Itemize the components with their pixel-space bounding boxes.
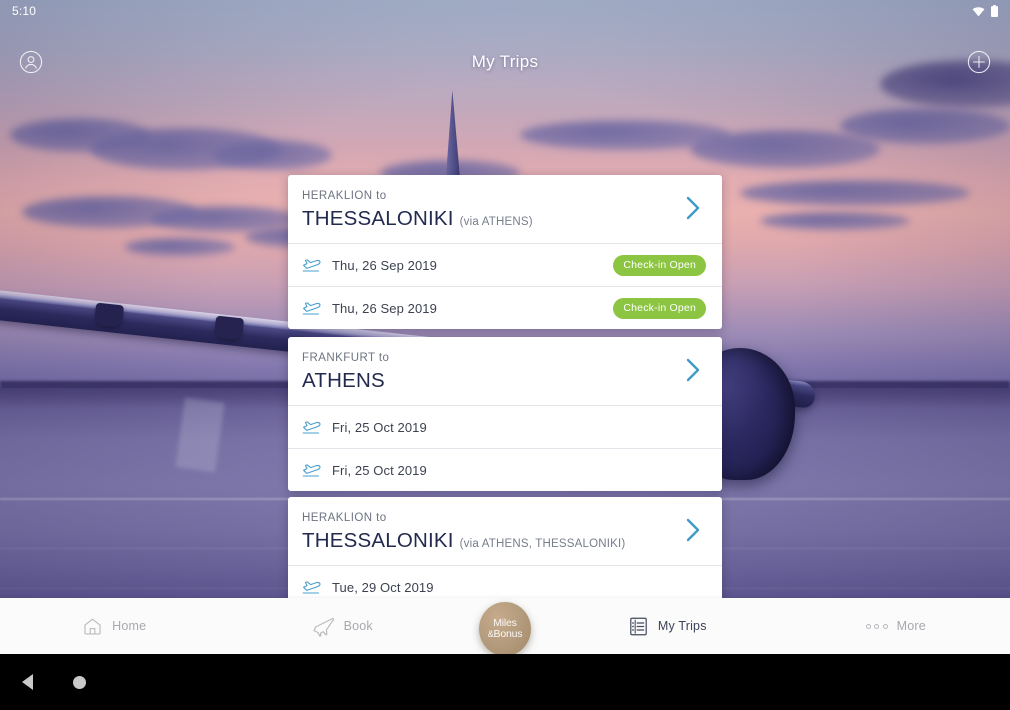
chevron-right-icon[interactable] [674, 193, 704, 228]
airplane-icon [313, 618, 334, 637]
app-bar: My Trips [0, 22, 1010, 102]
nav-item-more[interactable]: More [782, 598, 1010, 654]
miles-bonus-button[interactable]: Miles &Bonus [479, 602, 531, 656]
flight-takeoff-icon [302, 300, 332, 316]
more-dots-icon [865, 623, 888, 629]
account-circle-icon[interactable] [14, 45, 48, 79]
flight-date: Tue, 29 Oct 2019 [332, 579, 434, 595]
page-title: My Trips [471, 52, 539, 71]
flight-segment-row[interactable]: Thu, 26 Sep 2019 Check-in Open [288, 243, 722, 286]
battery-icon [991, 5, 998, 17]
miles-bonus-word: Bonus [493, 628, 523, 640]
home-icon [84, 618, 101, 635]
trip-card-header[interactable]: HERAKLION to THESSALONIKI (via ATHENS, T… [288, 497, 722, 565]
system-navigation-bar [0, 654, 1010, 710]
trip-card[interactable]: FRANKFURT to ATHENS Fri, 25 Oct 2019 Fri… [288, 337, 722, 491]
status-bar: 5:10 [0, 0, 1010, 22]
add-circle-icon[interactable] [962, 45, 996, 79]
nav-label: My Trips [657, 619, 707, 633]
flight-date: Fri, 25 Oct 2019 [332, 462, 427, 478]
status-badge[interactable]: Check-in Open [613, 254, 706, 276]
trip-route: HERAKLION to THESSALONIKI (via ATHENS) [302, 189, 674, 231]
trip-via: (via ATHENS, THESSALONIKI) [459, 538, 626, 550]
status-badge[interactable]: Check-in Open [613, 297, 706, 319]
nav-item-home[interactable]: Home [0, 598, 229, 654]
nav-label: Home [112, 619, 147, 633]
app-root: 5:10 My Trips HERAKLION to THESSALONIKI … [0, 0, 1010, 710]
nav-item-book[interactable]: Book [229, 598, 458, 654]
list-icon [630, 617, 647, 635]
flight-date: Thu, 26 Sep 2019 [332, 257, 437, 273]
trip-origin-label: HERAKLION to [302, 512, 387, 524]
nav-label: More [896, 619, 926, 633]
flight-takeoff-icon [302, 419, 332, 435]
nav-item-my-trips[interactable]: My Trips [553, 598, 782, 654]
trip-destination: THESSALONIKI [302, 207, 454, 230]
flight-segment-row[interactable]: Thu, 26 Sep 2019 Check-in Open [288, 286, 722, 329]
trip-card[interactable]: HERAKLION to THESSALONIKI (via ATHENS) T… [288, 175, 722, 329]
trip-route: FRANKFURT to ATHENS [302, 351, 674, 393]
back-triangle-icon[interactable] [22, 674, 33, 690]
flight-segment-row[interactable]: Fri, 25 Oct 2019 [288, 405, 722, 448]
home-circle-icon[interactable] [73, 675, 86, 689]
trip-route: HERAKLION to THESSALONIKI (via ATHENS, T… [302, 511, 674, 553]
trip-card-header[interactable]: HERAKLION to THESSALONIKI (via ATHENS) [288, 175, 722, 243]
trip-origin-label: FRANKFURT to [302, 352, 390, 364]
flight-date: Fri, 25 Oct 2019 [332, 419, 427, 435]
status-time: 5:10 [12, 4, 37, 18]
chevron-right-icon[interactable] [674, 355, 704, 390]
trip-origin-label: HERAKLION to [302, 190, 387, 202]
chevron-right-icon[interactable] [674, 515, 704, 550]
trips-list[interactable]: HERAKLION to THESSALONIKI (via ATHENS) T… [0, 102, 1010, 620]
trip-destination: ATHENS [302, 369, 385, 392]
flight-takeoff-icon [302, 257, 332, 273]
trip-card-header[interactable]: FRANKFURT to ATHENS [288, 337, 722, 405]
flight-takeoff-icon [302, 579, 332, 595]
flight-segment-row[interactable]: Fri, 25 Oct 2019 [288, 448, 722, 491]
bottom-navigation: Home Book My Trips More Miles &Bonus [0, 598, 1010, 656]
miles-line-2: &Bonus [488, 629, 523, 640]
flight-takeoff-icon [302, 462, 332, 478]
status-indicators [972, 5, 998, 17]
wifi-icon [972, 6, 985, 16]
flight-date: Thu, 26 Sep 2019 [332, 300, 437, 316]
trip-destination: THESSALONIKI [302, 529, 454, 552]
trip-via: (via ATHENS) [459, 216, 533, 228]
miles-bonus-label: Miles &Bonus [488, 618, 523, 640]
nav-label: Book [343, 619, 373, 633]
